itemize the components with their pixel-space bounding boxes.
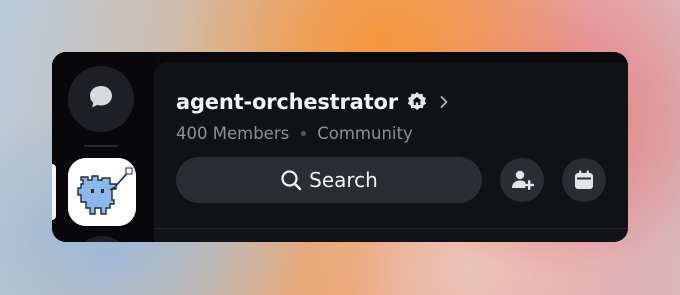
calendar-icon — [573, 169, 595, 191]
invite-members-button[interactable] — [500, 158, 544, 202]
rail-divider — [84, 145, 118, 147]
chat-bubble-icon — [87, 83, 115, 115]
selected-server-indicator — [52, 164, 56, 220]
add-member-icon — [510, 168, 534, 192]
server-rail — [52, 52, 154, 242]
panel-divider — [154, 228, 628, 229]
community-home-badge-icon — [406, 91, 428, 113]
events-button[interactable] — [562, 158, 606, 202]
direct-messages-button[interactable] — [68, 66, 134, 132]
server-icon-agent-orchestrator[interactable] — [68, 158, 136, 226]
server-mascot-image — [68, 158, 136, 226]
server-name: agent-orchestrator — [176, 90, 398, 114]
search-icon — [280, 169, 302, 191]
search-label: Search — [309, 168, 378, 192]
server-icon-next[interactable] — [72, 236, 132, 242]
app-window: agent-orchestrator 400 Members Community — [52, 52, 628, 242]
member-count: 400 Members — [176, 124, 290, 143]
server-header-panel: agent-orchestrator 400 Members Community — [154, 62, 628, 242]
chevron-right-icon — [438, 95, 450, 109]
server-meta: 400 Members Community — [176, 124, 413, 143]
search-button[interactable]: Search — [176, 157, 482, 203]
server-title-row[interactable]: agent-orchestrator — [176, 90, 450, 114]
separator-dot — [301, 131, 307, 136]
server-type: Community — [317, 124, 413, 143]
